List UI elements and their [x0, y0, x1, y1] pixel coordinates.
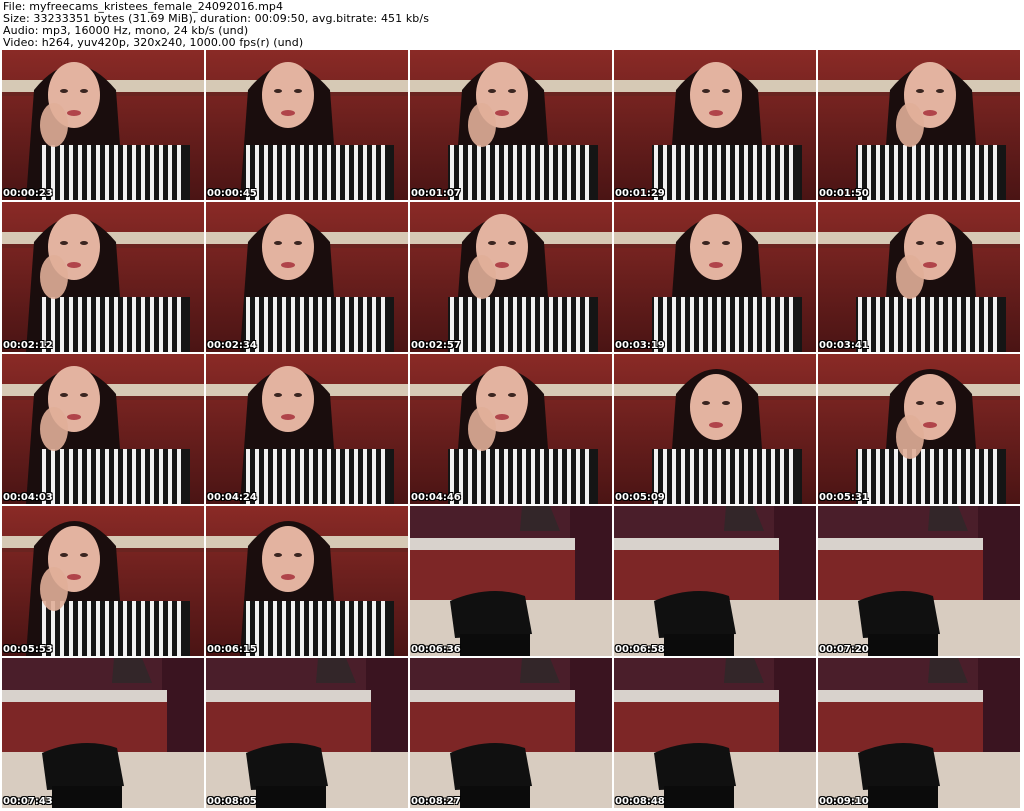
frame-timestamp: 00:01:50 — [819, 188, 869, 199]
video-info-line: Video: h264, yuv420p, 320x240, 1000.00 f… — [3, 36, 304, 49]
frame-timestamp: 00:01:07 — [411, 188, 461, 199]
empty-room-frame-image — [818, 506, 1020, 656]
frame-timestamp: 00:05:53 — [3, 644, 53, 655]
person-frame-image — [410, 354, 612, 504]
frame-timestamp: 00:03:19 — [615, 340, 665, 351]
empty-room-frame-image — [206, 658, 408, 808]
empty-room-frame-image — [614, 506, 816, 656]
video-frame-thumbnail: 00:02:57 — [410, 202, 612, 352]
frame-timestamp: 00:00:23 — [3, 188, 53, 199]
frame-timestamp: 00:02:12 — [3, 340, 53, 351]
empty-room-frame-image — [614, 658, 816, 808]
video-frame-thumbnail: 00:04:46 — [410, 354, 612, 504]
frame-timestamp: 00:08:48 — [615, 796, 665, 807]
video-frame-thumbnail: 00:03:19 — [614, 202, 816, 352]
video-frame-thumbnail: 00:01:07 — [410, 50, 612, 200]
frame-timestamp: 00:07:20 — [819, 644, 869, 655]
video-frame-thumbnail: 00:06:15 — [206, 506, 408, 656]
video-frame-thumbnail: 00:03:41 — [818, 202, 1020, 352]
video-frame-thumbnail: 00:07:20 — [818, 506, 1020, 656]
video-frame-thumbnail: 00:01:50 — [818, 50, 1020, 200]
empty-room-frame-image — [818, 658, 1020, 808]
video-frame-thumbnail: 00:08:27 — [410, 658, 612, 808]
video-frame-thumbnail: 00:06:36 — [410, 506, 612, 656]
person-frame-image — [614, 50, 816, 200]
video-frame-thumbnail: 00:04:24 — [206, 354, 408, 504]
file-info-header: File: myfreecams_kristees_female_2409201… — [3, 1, 1021, 49]
video-frame-thumbnail: 00:02:12 — [2, 202, 204, 352]
video-frame-thumbnail: 00:05:53 — [2, 506, 204, 656]
video-frame-thumbnail: 00:01:29 — [614, 50, 816, 200]
person-frame-image — [614, 354, 816, 504]
person-frame-image — [206, 50, 408, 200]
person-frame-image — [818, 354, 1020, 504]
person-frame-image — [206, 506, 408, 656]
video-frame-thumbnail: 00:05:31 — [818, 354, 1020, 504]
person-frame-image — [614, 202, 816, 352]
person-frame-image — [2, 354, 204, 504]
thumbnail-grid: 00:00:23 00:00:45 00:01:07 00:01:29 00:01:50… — [2, 50, 1022, 810]
video-frame-thumbnail: 00:07:43 — [2, 658, 204, 808]
frame-timestamp: 00:06:15 — [207, 644, 257, 655]
person-frame-image — [410, 202, 612, 352]
frame-timestamp: 00:02:34 — [207, 340, 257, 351]
frame-timestamp: 00:06:58 — [615, 644, 665, 655]
frame-timestamp: 00:05:09 — [615, 492, 665, 503]
video-frame-thumbnail: 00:02:34 — [206, 202, 408, 352]
frame-timestamp: 00:08:27 — [411, 796, 461, 807]
video-frame-thumbnail: 00:09:10 — [818, 658, 1020, 808]
frame-timestamp: 00:00:45 — [207, 188, 257, 199]
frame-timestamp: 00:05:31 — [819, 492, 869, 503]
frame-timestamp: 00:03:41 — [819, 340, 869, 351]
person-frame-image — [818, 202, 1020, 352]
frame-timestamp: 00:02:57 — [411, 340, 461, 351]
frame-timestamp: 00:08:05 — [207, 796, 257, 807]
frame-timestamp: 00:04:46 — [411, 492, 461, 503]
empty-room-frame-image — [2, 658, 204, 808]
frame-timestamp: 00:09:10 — [819, 796, 869, 807]
frame-timestamp: 00:04:24 — [207, 492, 257, 503]
video-frame-thumbnail: 00:00:45 — [206, 50, 408, 200]
person-frame-image — [2, 50, 204, 200]
frame-timestamp: 00:04:03 — [3, 492, 53, 503]
person-frame-image — [206, 202, 408, 352]
person-frame-image — [818, 50, 1020, 200]
video-frame-thumbnail: 00:00:23 — [2, 50, 204, 200]
frame-timestamp: 00:01:29 — [615, 188, 665, 199]
person-frame-image — [410, 50, 612, 200]
video-frame-thumbnail: 00:08:48 — [614, 658, 816, 808]
frame-timestamp: 00:07:43 — [3, 796, 53, 807]
empty-room-frame-image — [410, 658, 612, 808]
video-frame-thumbnail: 00:05:09 — [614, 354, 816, 504]
empty-room-frame-image — [410, 506, 612, 656]
person-frame-image — [2, 202, 204, 352]
video-frame-thumbnail: 00:04:03 — [2, 354, 204, 504]
video-frame-thumbnail: 00:08:05 — [206, 658, 408, 808]
video-frame-thumbnail: 00:06:58 — [614, 506, 816, 656]
frame-timestamp: 00:06:36 — [411, 644, 461, 655]
person-frame-image — [2, 506, 204, 656]
person-frame-image — [206, 354, 408, 504]
